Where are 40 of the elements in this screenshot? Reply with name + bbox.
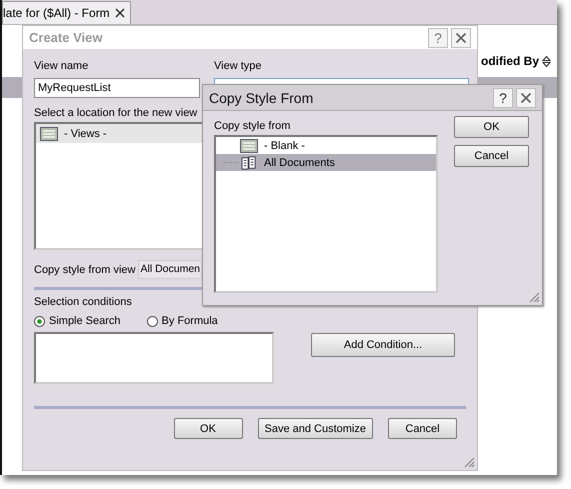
column-header[interactable]: odified By: [481, 54, 540, 68]
add-condition-button[interactable]: Add Condition...: [311, 333, 455, 357]
document-tab[interactable]: late for ($All) - Form: [2, 1, 131, 24]
close-icon[interactable]: [451, 28, 471, 48]
dialog-button[interactable]: Cancel: [454, 145, 529, 167]
field-label: View name: [34, 60, 90, 72]
sort-icon[interactable]: [542, 56, 552, 66]
section-label: Selection conditions: [34, 296, 133, 308]
help-button[interactable]: ?: [493, 88, 513, 108]
documents-icon: [240, 156, 258, 170]
dialog-title: Copy Style From: [209, 90, 314, 106]
dialog-button[interactable]: OK: [454, 116, 529, 138]
field-label: Select a location for the new view: [34, 107, 198, 119]
list-item[interactable]: All Documents: [216, 154, 436, 171]
location-list[interactable]: - Views -: [34, 122, 204, 250]
close-icon[interactable]: [516, 88, 536, 108]
copy-style-field[interactable]: All Documen: [138, 260, 202, 279]
radio-button[interactable]: Simple Search: [34, 315, 121, 327]
view-icon: [40, 126, 58, 140]
dialog-button[interactable]: Cancel: [388, 418, 457, 439]
dialog-title: Create View: [29, 30, 102, 45]
field-label: Copy style from: [214, 120, 292, 132]
radio-icon[interactable]: [34, 316, 45, 326]
list-item[interactable]: - Blank -: [216, 137, 436, 154]
style-list[interactable]: - Blank - All Documents: [214, 135, 438, 293]
list-item[interactable]: - Views -: [36, 124, 202, 143]
resize-grip-icon[interactable]: [463, 456, 475, 468]
close-icon[interactable]: [114, 7, 126, 19]
field-label: View type: [214, 60, 262, 72]
field-label: Copy style from view: [34, 264, 136, 276]
table-row: [2, 77, 22, 98]
help-button[interactable]: ?: [428, 28, 448, 48]
view-icon: [240, 138, 258, 152]
dialog-button[interactable]: OK: [174, 418, 242, 439]
view-name-field[interactable]: MyRequestList: [34, 78, 200, 98]
radio-button[interactable]: By Formula: [146, 315, 218, 327]
dialog-button[interactable]: Save and Customize: [258, 418, 373, 439]
conditions-box[interactable]: [34, 332, 274, 384]
radio-icon[interactable]: [146, 316, 158, 326]
resize-grip-icon[interactable]: [528, 291, 540, 303]
